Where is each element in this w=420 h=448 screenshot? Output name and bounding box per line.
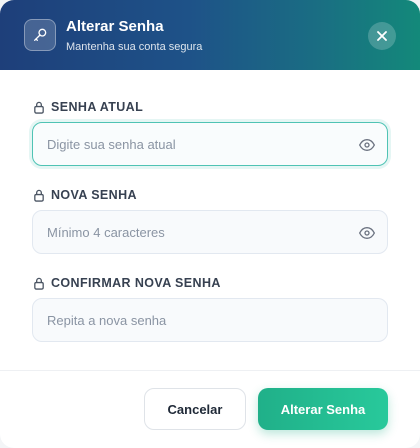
new-password-field-wrapper (32, 210, 388, 254)
current-password-input[interactable] (33, 123, 387, 165)
cancel-button[interactable]: Cancelar (144, 388, 246, 430)
dialog-subtitle: Mantenha sua conta segura (66, 41, 203, 53)
new-password-label: NOVA SENHA (33, 188, 137, 202)
dialog-title: Alterar Senha (66, 18, 164, 35)
change-password-dialog: Alterar Senha Mantenha sua conta segura … (0, 0, 420, 448)
key-icon (24, 19, 56, 51)
new-password-label-text: NOVA SENHA (51, 188, 137, 202)
submit-button[interactable]: Alterar Senha (258, 388, 388, 430)
confirm-password-label: CONFIRMAR NOVA SENHA (33, 276, 221, 290)
confirm-password-label-text: CONFIRMAR NOVA SENHA (51, 276, 221, 290)
current-password-label: SENHA ATUAL (33, 100, 143, 114)
current-password-field-wrapper (32, 122, 388, 166)
eye-icon[interactable] (359, 137, 375, 153)
confirm-password-input[interactable] (33, 299, 387, 341)
lock-icon (34, 189, 44, 202)
new-password-input[interactable] (33, 211, 387, 253)
lock-icon (34, 101, 44, 114)
footer-divider (0, 370, 420, 371)
close-button[interactable] (368, 22, 396, 50)
confirm-password-field-wrapper (32, 298, 388, 342)
close-icon (377, 31, 387, 41)
current-password-label-text: SENHA ATUAL (51, 100, 144, 114)
eye-icon[interactable] (359, 225, 375, 241)
dialog-header: Alterar Senha Mantenha sua conta segura (0, 0, 420, 70)
lock-icon (34, 277, 44, 290)
